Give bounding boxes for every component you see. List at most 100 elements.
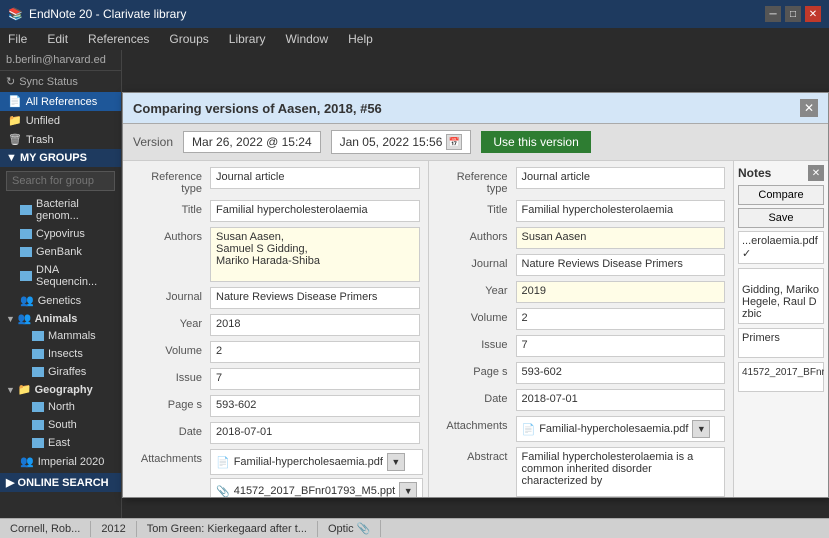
group-label: Genetics [38,295,81,307]
group-label: Geography [35,384,93,396]
abstract-value-right: Familial hypercholesterolaemia is a comm… [516,447,726,497]
title-row-left: Title Familial hypercholesterolaemia [131,200,420,222]
group-icon [20,229,32,239]
attachment2-dropdown-left[interactable]: ▼ [399,482,417,497]
geography-group-header[interactable]: ▼ 📁 Geography [0,381,121,398]
sync-status[interactable]: ↻ Sync Status [0,71,121,92]
attachment1-right[interactable]: 📄 Familial-hypercholesaemia.pdf ▼ [516,416,726,442]
bottom-tab-3[interactable]: Optic 📎 [318,520,381,537]
ref-type-row-right: Reference type Journal article [437,167,726,195]
main-layout: b.berlin@harvard.ed ↻ Sync Status 📄 All … [0,50,829,518]
ref-type-row-left: Reference type Journal article [131,167,420,195]
group-icon [32,402,44,412]
pages-row-right: Page s 593-602 [437,362,726,384]
menu-window[interactable]: Window [281,30,332,48]
sidebar-item-genbank[interactable]: GenBank [0,243,121,261]
group-label: Animals [35,313,78,325]
menu-help[interactable]: Help [344,30,377,48]
title-label-right: Title [437,200,512,216]
ref-type-value-right: Journal article [516,167,726,189]
search-for-group-input[interactable] [6,171,115,191]
title-label-left: Title [131,200,206,216]
sidebar-item-east[interactable]: East [0,434,121,452]
pages-row-left: Page s 593-602 [131,395,420,417]
sidebar-item-dna-sequencing[interactable]: DNA Sequencin... [0,261,121,291]
minimize-button[interactable]: ─ [765,6,781,22]
sidebar-item-genetics[interactable]: 👥 Genetics [0,291,121,310]
menu-references[interactable]: References [84,30,153,48]
version-right-display[interactable]: Jan 05, 2022 15:56 📅 [331,130,472,154]
app-icon: 📚 [8,7,23,21]
notes-header: Notes ✕ [738,165,824,181]
sync-icon: ↻ [6,75,15,88]
sidebar-item-imperial-2020[interactable]: 👥 Imperial 2020 [0,452,121,471]
sidebar-item-unfiled[interactable]: 📁 Unfiled [0,111,121,130]
date-value-left: 2018-07-01 [210,422,420,444]
window-controls: ─ □ ✕ [765,6,821,22]
menu-groups[interactable]: Groups [165,30,212,48]
bottom-tab-1[interactable]: 2012 [91,521,136,537]
menu-edit[interactable]: Edit [43,30,72,48]
chevron-icon: ▼ [6,314,15,324]
notes-field3: Primers [738,328,824,358]
sidebar-item-giraffes[interactable]: Giraffes [0,363,121,381]
people-icon: 👥 [20,455,34,468]
online-search-label: ONLINE SEARCH [18,477,109,489]
group-label: Mammals [48,330,96,342]
abstract-label-right: Abstract [437,447,512,463]
group-icon [32,331,44,341]
modal-close-button[interactable]: ✕ [800,99,818,117]
title-value-right: Familial hypercholesterolaemia [516,200,726,222]
calendar-icon[interactable]: 📅 [446,134,462,150]
abstract-row-right: Abstract Familial hypercholesterolaemia … [437,447,726,497]
sidebar-item-mammals[interactable]: Mammals [0,327,121,345]
volume-label-right: Volume [437,308,512,324]
attachment-dropdown-left[interactable]: ▼ [387,453,405,471]
modal-compare-content: Reference type Journal article Title Fam… [123,161,828,497]
group-label: Giraffes [48,366,86,378]
menu-library[interactable]: Library [225,30,270,48]
issue-row-right: Issue 7 [437,335,726,357]
sidebar: b.berlin@harvard.ed ↻ Sync Status 📄 All … [0,50,122,518]
close-button[interactable]: ✕ [805,6,821,22]
bottom-tab-0[interactable]: Cornell, Rob... [0,521,91,537]
pages-label-right: Page s [437,362,512,378]
user-info: b.berlin@harvard.ed [0,50,121,71]
menu-file[interactable]: File [4,30,31,48]
sidebar-item-south[interactable]: South [0,416,121,434]
attachment-dropdown-right[interactable]: ▼ [692,420,710,438]
animals-group-header[interactable]: ▼ 👥 Animals [0,310,121,327]
sidebar-item-all-references[interactable]: 📄 All References [0,92,121,111]
modal-header: Comparing versions of Aasen, 2018, #56 ✕ [123,93,828,124]
attachment1-left[interactable]: 📄 Familial-hypercholesaemia.pdf ▼ [210,449,423,475]
compare-button[interactable]: Compare [738,185,824,205]
year-row-left: Year 2018 [131,314,420,336]
issue-label-right: Issue [437,335,512,351]
version-label: Version [133,135,173,149]
pdf-icon: 📄 [216,456,230,469]
notes-text1: ...erolaemia.pdf ✓ [742,235,818,260]
sidebar-item-cypovirus[interactable]: Cypovirus [0,225,121,243]
save-button[interactable]: Save [738,208,824,228]
sidebar-item-bacterial-genomics[interactable]: Bacterial genom... [0,195,121,225]
my-groups-label: MY GROUPS [20,152,87,164]
use-version-button[interactable]: Use this version [481,131,590,153]
issue-value-left: 7 [210,368,420,390]
sidebar-item-insects[interactable]: Insects [0,345,121,363]
sidebar-item-north[interactable]: North [0,398,121,416]
attachment2-name-left: 41572_2017_BFnr01793_M5.ppt [234,485,395,497]
ref-type-value-left: Journal article [210,167,420,189]
issue-label-left: Issue [131,368,206,384]
group-label: DNA Sequencin... [36,264,113,288]
maximize-button[interactable]: □ [785,6,801,22]
bottom-tab-2[interactable]: Tom Green: Kierkegaard after t... [137,521,318,537]
title-value-left: Familial hypercholesterolaemia [210,200,420,222]
notes-close-button[interactable]: ✕ [808,165,824,181]
sidebar-item-trash[interactable]: 🗑 Trash [0,130,121,149]
my-groups-section: ▼ MY GROUPS [0,149,121,167]
year-label-left: Year [131,314,206,330]
attachment2-left[interactable]: 📎 41572_2017_BFnr01793_M5.ppt ▼ [210,478,423,497]
chevron-icon: ▼ [6,385,15,395]
people-icon: 👥 [20,294,34,307]
issue-value-right: 7 [516,335,726,357]
